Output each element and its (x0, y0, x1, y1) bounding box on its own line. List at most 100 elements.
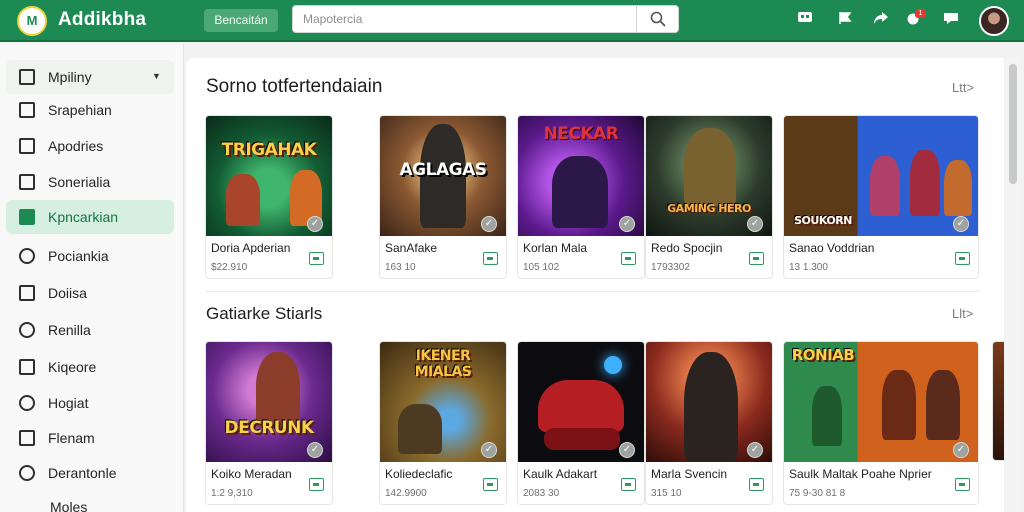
game-title: Koiko Meradan (211, 467, 292, 481)
search-bar (292, 5, 679, 33)
check-icon: ✓ (307, 442, 323, 458)
game-card[interactable]: IKENER MIALAS ✓ Koliedeclafic 142.9900 (379, 341, 507, 505)
app-title[interactable]: Addikbha (58, 9, 146, 31)
game-price: 315 10 (651, 488, 682, 499)
sidebar-item[interactable]: Kiqeore (6, 350, 174, 384)
game-title: Doria Apderian (211, 241, 291, 255)
sidebar-item-label: Pociankia (48, 248, 109, 264)
game-cover-title: DECRUNK (224, 418, 315, 438)
add-to-library-button[interactable] (309, 478, 324, 491)
message-icon[interactable] (942, 11, 960, 29)
sidebar-item-label: Srapehian (48, 102, 112, 118)
game-title: Kaulk Adakart (523, 467, 598, 481)
game-card[interactable]: ✓ Kaulk Adakart 2083 30 (517, 341, 645, 505)
game-card-partial[interactable] (992, 341, 1004, 461)
check-icon: ✓ (307, 216, 323, 232)
sidebar-item-label: Mpiliny (48, 69, 92, 85)
game-price: 163 10 (385, 262, 416, 273)
section-title: Sorno totfertendaiain (206, 76, 383, 97)
game-title: Koliedeclafic (385, 467, 453, 481)
user-avatar[interactable] (979, 6, 1009, 36)
check-icon: ✓ (481, 442, 497, 458)
game-cover-title: GAMING HERO (667, 202, 751, 215)
add-to-library-button[interactable] (483, 478, 498, 491)
game-title: Sanao Voddrian (789, 241, 875, 255)
sidebar-item[interactable]: Sonerialia (6, 165, 174, 199)
sidebar-item-label: Moles (50, 499, 88, 512)
check-icon: ✓ (953, 442, 969, 458)
add-to-library-button[interactable] (483, 252, 498, 265)
game-card[interactable]: RONIAB ✓ Saulk Maltak Poahe Nprier 75 9-… (783, 341, 979, 505)
square-icon (19, 430, 35, 446)
game-cover-title: IKENER MIALAS (414, 348, 472, 380)
sidebar-item[interactable]: Derantonle (6, 456, 174, 490)
game-price: 2083 30 (523, 488, 560, 499)
sidebar-item[interactable]: Doiisa (6, 276, 174, 310)
section-title: Gatiarke Stiarls (206, 304, 323, 323)
sidebar-item[interactable]: Hogiat (6, 386, 174, 420)
game-title: Korlan Mala (523, 241, 588, 255)
sidebar-item-label: Kiqeore (48, 359, 97, 375)
flag-icon[interactable] (836, 11, 854, 29)
sidebar-item[interactable]: Flenam (6, 421, 174, 455)
sidebar-item[interactable]: Moles (6, 490, 174, 512)
scrollbar[interactable] (1006, 58, 1020, 512)
game-card[interactable]: GAMING HERO ✓ Redo Spocjin 1793302 (645, 115, 773, 279)
add-to-library-button[interactable] (749, 478, 764, 491)
add-to-library-button[interactable] (955, 478, 970, 491)
sidebar-item-label: Kpncarkian (48, 209, 119, 225)
check-icon: ✓ (481, 216, 497, 232)
section-more-link[interactable]: Llt> (952, 306, 973, 321)
monitor-icon[interactable] (796, 11, 814, 29)
game-price: 142.9900 (385, 488, 427, 499)
add-to-library-button[interactable] (749, 252, 764, 265)
game-card[interactable]: DECRUNK ✓ Koiko Meradan 1:2 9,310 (205, 341, 333, 505)
game-card[interactable]: SOUKORN ✓ Sanao Voddrian 13 1.300 (783, 115, 979, 279)
game-cover: RONIAB (784, 342, 978, 462)
game-cover-title: TRIGAHAK (221, 140, 317, 160)
add-to-library-button[interactable] (621, 252, 636, 265)
chevron-down-icon[interactable]: ▼ (152, 71, 161, 81)
top-nav-button[interactable]: Bencaitán (204, 9, 278, 32)
share-icon[interactable] (872, 11, 890, 29)
game-card[interactable]: TRIGAHAK ✓ Doria Apderian $22.910 (205, 115, 333, 279)
check-icon: ✓ (619, 216, 635, 232)
sidebar-item-active[interactable]: Kpncarkian (6, 200, 174, 234)
check-icon: ✓ (747, 442, 763, 458)
sidebar-item[interactable]: Pociankia (6, 239, 174, 273)
user-icon (19, 395, 35, 411)
main-content: Sorno totfertendaiain Ltt> TRIGAHAK ✓ Do… (186, 58, 1004, 512)
sidebar-item-label: Hogiat (48, 395, 89, 411)
sidebar-item-dropdown[interactable]: Mpiliny ▼ (6, 60, 174, 94)
game-title: Redo Spocjin (651, 241, 723, 255)
square-icon (19, 69, 35, 85)
check-icon: ✓ (747, 216, 763, 232)
search-input[interactable] (303, 6, 623, 32)
checkbox-icon (19, 138, 35, 154)
game-card[interactable]: AGLAGAS ✓ SanAfake 163 10 (379, 115, 507, 279)
sidebar-item[interactable]: Renilla (6, 313, 174, 347)
game-cover: SOUKORN (784, 116, 978, 236)
image-icon (19, 174, 35, 190)
grid-icon (19, 102, 35, 118)
game-title: Marla Svencin (651, 467, 728, 481)
add-to-library-button[interactable] (955, 252, 970, 265)
game-cover-title: NECKAR (543, 124, 619, 144)
sidebar-item[interactable]: Apodries (6, 129, 174, 163)
add-to-library-button[interactable] (621, 478, 636, 491)
game-card[interactable]: NECKAR ✓ Korlan Mala 105 102 (517, 115, 645, 279)
app-logo[interactable]: M (17, 6, 47, 36)
sidebar-item[interactable]: Srapehian (6, 93, 174, 127)
search-icon (650, 11, 666, 27)
add-to-library-button[interactable] (309, 252, 324, 265)
check-icon: ✓ (619, 442, 635, 458)
section-more-link[interactable]: Ltt> (952, 80, 974, 95)
game-price: $22.910 (211, 262, 248, 273)
grid-icon (19, 285, 35, 301)
search-button[interactable] (636, 6, 678, 32)
scroll-thumb[interactable] (1009, 64, 1017, 184)
game-title: Saulk Maltak Poahe Nprier (789, 467, 932, 481)
sidebar-item-label: Renilla (48, 322, 91, 338)
section-divider (206, 291, 980, 292)
game-card[interactable]: ✓ Marla Svencin 315 10 (645, 341, 773, 505)
